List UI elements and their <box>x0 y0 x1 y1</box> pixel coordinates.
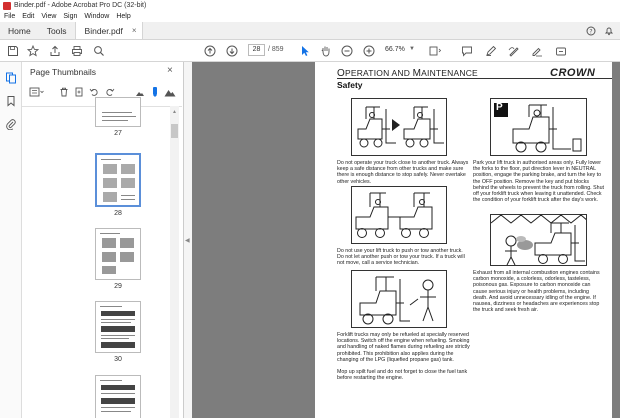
find-search-icon[interactable] <box>92 44 106 58</box>
menu-sign[interactable]: Sign <box>63 13 77 20</box>
paragraph-refueling: Forklift trucks may only be refueled at … <box>337 332 470 363</box>
menu-edit[interactable]: Edit <box>22 13 34 20</box>
paragraph-spilt-fuel: Mop up spilt fuel and do not forget to c… <box>337 369 468 382</box>
zoom-level-dropdown[interactable]: 66.7% <box>385 44 410 56</box>
menu-window[interactable]: Window <box>84 13 109 20</box>
upload-share-icon[interactable] <box>48 44 62 58</box>
menu-bar: File Edit View Sign Window Help <box>0 11 620 22</box>
thumbnail-image <box>95 301 141 353</box>
navigation-pane-rail <box>0 62 22 418</box>
thumbnail-size-slider-icon[interactable] <box>148 86 163 98</box>
paragraph-distance: Do not operate your truck close to anoth… <box>337 160 469 185</box>
thumbnail-label: 30 <box>114 356 122 363</box>
page-thumbnails-panel: Page Thumbnails × 27 28 29 30 ▲ <box>22 62 184 418</box>
tab-document-label: Binder.pdf <box>84 25 123 36</box>
tab-document[interactable]: Binder.pdf × <box>74 22 143 39</box>
thumbnail-scrollbar[interactable]: ▲ <box>170 106 179 418</box>
share-link-icon[interactable] <box>554 44 568 58</box>
thumbnail-label: 28 <box>114 210 122 217</box>
illustration-refueling <box>351 270 447 328</box>
save-icon[interactable] <box>6 44 20 58</box>
header-rule <box>337 78 612 79</box>
menu-help[interactable]: Help <box>116 13 130 20</box>
thumbnail-label: 27 <box>114 130 122 137</box>
page-total: / 859 <box>268 46 284 53</box>
tab-tools[interactable]: Tools <box>39 22 75 39</box>
zoom-dropdown-chevron-icon[interactable]: ▼ <box>409 46 415 52</box>
page-thumbnails-icon[interactable] <box>5 72 17 84</box>
highlight-pen-icon[interactable] <box>484 44 498 58</box>
select-cursor-icon[interactable] <box>298 44 312 58</box>
thumbnail-list: 27 28 29 30 <box>22 97 182 418</box>
sign-fill-icon[interactable] <box>530 44 544 58</box>
hand-tool-icon[interactable] <box>319 44 333 58</box>
attachments-paperclip-icon[interactable] <box>5 118 17 130</box>
help-icon[interactable]: ? <box>586 26 596 36</box>
panel-splitter[interactable]: ◀ <box>184 62 192 418</box>
previous-page-icon[interactable] <box>203 44 217 58</box>
acrobat-app-icon <box>3 1 11 10</box>
close-tab-icon[interactable]: × <box>132 26 137 35</box>
next-page-icon[interactable] <box>225 44 239 58</box>
illustration-two-forklifts <box>351 98 447 156</box>
window-title: Binder.pdf - Adobe Acrobat Pro DC (32-bi… <box>14 2 147 9</box>
scroll-up-arrow-icon[interactable]: ▲ <box>172 109 177 115</box>
section-subtitle: Safety <box>337 80 363 90</box>
print-icon[interactable] <box>70 44 84 58</box>
parking-sign-letter: P <box>496 102 503 113</box>
pdf-page: OPERATION AND MAINTENANCE CROWN Safety D… <box>315 62 612 418</box>
thumbnail-image <box>95 97 141 127</box>
tab-bar-right: ? <box>586 22 620 39</box>
title-bar: Binder.pdf - Adobe Acrobat Pro DC (32-bi… <box>0 0 620 11</box>
page-number-input[interactable]: 28 <box>248 44 265 56</box>
svg-text:?: ? <box>589 28 592 35</box>
panel-title: Page Thumbnails <box>30 67 96 77</box>
illustration-parked-forklift <box>490 98 587 156</box>
close-panel-icon[interactable]: × <box>167 65 173 76</box>
thumbnail-label: 29 <box>114 283 122 290</box>
thumbnail-image <box>95 153 141 207</box>
delete-page-trash-icon[interactable] <box>56 86 71 98</box>
draw-freehand-icon[interactable] <box>507 44 521 58</box>
tab-home[interactable]: Home <box>0 22 39 39</box>
illustration-push-tow <box>351 186 447 244</box>
document-viewer[interactable]: OPERATION AND MAINTENANCE CROWN Safety D… <box>192 62 620 418</box>
tab-bar: Home Tools Binder.pdf × ? <box>0 22 620 40</box>
thumbnail-image <box>95 228 141 280</box>
zoom-in-icon[interactable] <box>362 44 376 58</box>
menu-file[interactable]: File <box>4 13 15 20</box>
menu-view[interactable]: View <box>41 13 56 20</box>
thumbnail-image <box>95 375 141 418</box>
large-thumbnails-icon[interactable] <box>163 86 178 98</box>
scrollbar-thumb[interactable] <box>171 124 178 138</box>
notifications-bell-icon[interactable] <box>604 26 614 36</box>
page-display-icon[interactable] <box>427 44 443 58</box>
options-menu-icon[interactable] <box>28 86 47 98</box>
collapse-panel-chevron-icon[interactable]: ◀ <box>185 237 190 244</box>
bookmark-star-icon[interactable] <box>26 44 40 58</box>
paragraph-parking: Park your lift truck in authorised areas… <box>473 160 605 204</box>
illustration-exhaust <box>490 214 587 266</box>
comment-icon[interactable] <box>460 44 474 58</box>
insert-page-icon[interactable] <box>72 86 87 98</box>
zoom-out-icon[interactable] <box>340 44 354 58</box>
bookmarks-icon[interactable] <box>5 95 17 107</box>
paragraph-push-tow: Do not use your lift truck to push or to… <box>337 248 465 267</box>
paragraph-exhaust: Exhaust from all internal combustion eng… <box>473 270 600 314</box>
